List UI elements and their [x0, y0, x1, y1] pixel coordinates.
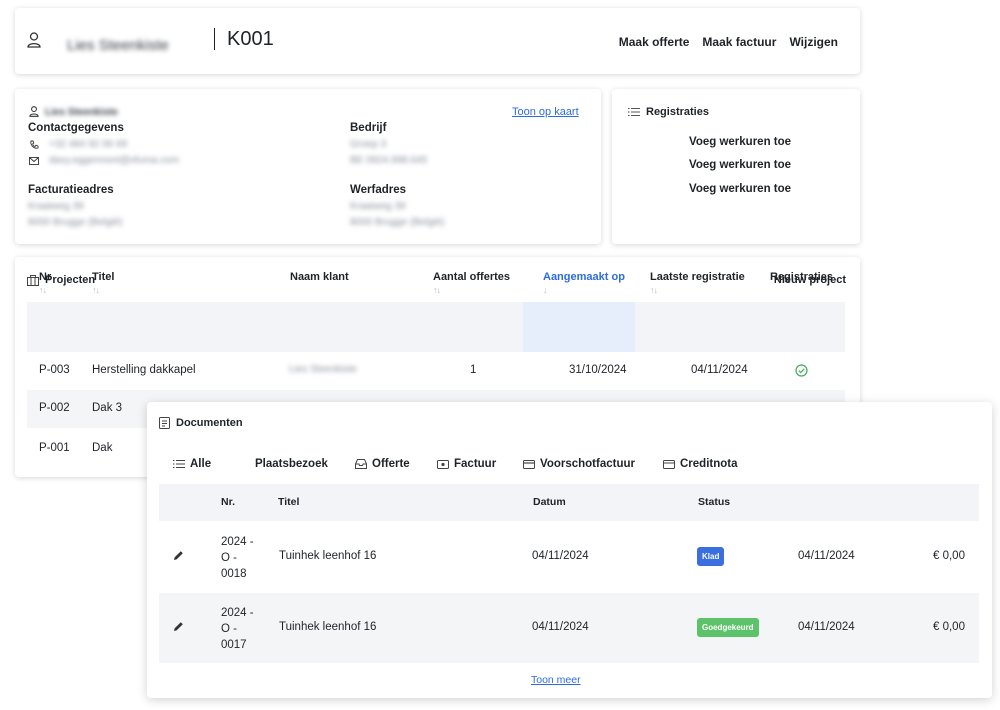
list-icon	[173, 459, 185, 469]
col-doc-status[interactable]: Status	[698, 496, 730, 508]
customer-header: Lies Steenkiste K001 Maak offerte Maak f…	[15, 8, 860, 74]
project-nr: P-001	[39, 442, 70, 454]
document-title: Tuinhek leenhof 16	[279, 550, 377, 562]
documents-card: Documenten Alle Plaatsbezoek Offerte Fac…	[147, 402, 992, 698]
registrations-card: Registraties Voeg werkuren toe Voeg werk…	[612, 89, 860, 244]
project-last-registration: 04/11/2024	[691, 364, 748, 376]
col-registrations[interactable]: Registraties	[770, 271, 833, 283]
inbox-icon	[355, 459, 367, 469]
table-row[interactable]: 2024 -O -0017 Tuinhek leenhof 16 04/11/2…	[159, 593, 979, 663]
document-amount: € 0,00	[933, 621, 965, 633]
add-work-hours-link[interactable]: Voeg werkuren toe	[689, 159, 791, 171]
credit-card-icon	[523, 459, 535, 469]
customer-code: K001	[227, 28, 274, 50]
col-quotes-count[interactable]: Aantal offertes ↑↓	[433, 271, 510, 295]
document-date-secondary: 04/11/2024	[798, 550, 855, 562]
documents-title: Documenten	[159, 417, 243, 429]
col-title[interactable]: Titel ↑↓	[92, 271, 114, 295]
filter-all[interactable]: Alle	[173, 458, 255, 470]
col-nr[interactable]: Nr ↑↓	[39, 271, 51, 295]
user-icon	[27, 32, 41, 48]
col-client[interactable]: Naam klant	[290, 271, 349, 283]
filter-quote[interactable]: Offerte	[355, 458, 437, 470]
contact-heading: Contactgegevens	[28, 122, 124, 134]
project-client: Lies Steenkiste	[289, 364, 357, 375]
active-sort-column	[523, 302, 635, 352]
mail-icon	[29, 157, 39, 165]
company-heading: Bedrijf	[350, 122, 387, 134]
filter-site-visit[interactable]: Plaatsbezoek	[255, 458, 355, 470]
document-nr: 2024 -O -0018	[221, 536, 254, 580]
project-created: 31/10/2024	[569, 364, 627, 376]
header-actions: Maak offerte Maak factuur Wijzigen	[619, 35, 838, 49]
user-icon	[29, 106, 39, 117]
banknote-icon	[437, 459, 449, 469]
project-nr: P-002	[39, 402, 70, 414]
document-icon	[159, 417, 170, 429]
project-title: Dak 3	[92, 402, 123, 414]
documents-table-header: Nr. Titel Datum Status	[159, 484, 979, 521]
show-on-map-link[interactable]: Toon op kaart	[512, 106, 579, 118]
col-doc-title[interactable]: Titel	[278, 496, 299, 508]
phone-number[interactable]: +32 484 92 06 69	[49, 139, 127, 150]
check-circle-icon	[795, 364, 808, 377]
document-date: 04/11/2024	[532, 550, 589, 562]
client-name: Lies Steenkiste	[67, 37, 169, 54]
document-nr: 2024 -O -0017	[221, 607, 254, 651]
email-address[interactable]: davy.eggermont@xfuma.com	[49, 155, 179, 166]
filter-invoice[interactable]: Factuur	[437, 458, 523, 470]
document-date-secondary: 04/11/2024	[798, 621, 855, 633]
billing-address-heading: Facturatieadres	[28, 184, 114, 196]
filter-advance-invoice[interactable]: Voorschotfactuur	[523, 458, 663, 470]
billing-street: Kraaiweg 39	[28, 201, 84, 212]
site-city: 8000 Brugge (België)	[350, 217, 445, 228]
add-work-hours-link[interactable]: Voeg werkuren toe	[689, 183, 791, 195]
col-last-registration[interactable]: Laatste registratie ↑↓	[650, 271, 745, 295]
project-title: Dak	[92, 442, 113, 454]
show-more-link[interactable]: Toon meer	[531, 674, 581, 686]
wallet-icon	[663, 459, 675, 469]
projects-table-header	[27, 302, 845, 352]
title-separator	[214, 28, 215, 50]
contact-info-card: Lies Steenkiste Contactgegevens +32 484 …	[15, 89, 601, 244]
col-doc-nr[interactable]: Nr.	[221, 496, 235, 508]
project-title: Herstelling dakkapel	[92, 364, 196, 376]
document-title: Tuinhek leenhof 16	[279, 621, 377, 633]
col-created-on[interactable]: Aangemaakt op ↓	[543, 271, 625, 295]
table-row[interactable]: 2024 -O -0018 Tuinhek leenhof 16 04/11/2…	[159, 522, 979, 592]
project-quotes: 1	[470, 364, 477, 376]
list-icon	[628, 107, 640, 117]
billing-city: 8000 Brugge (België)	[28, 217, 123, 228]
project-nr: P-003	[39, 364, 70, 376]
registrations-title: Registraties	[628, 106, 709, 118]
document-amount: € 0,00	[933, 550, 965, 562]
vat-number: BE 0924.998.645	[350, 155, 428, 166]
filter-credit-note[interactable]: Creditnota	[663, 458, 753, 470]
phone-icon	[29, 140, 39, 150]
table-row[interactable]: P-003 Herstelling dakkapel Lies Steenkis…	[27, 352, 845, 390]
add-work-hours-link[interactable]: Voeg werkuren toe	[689, 136, 791, 148]
site-street: Kraaiweg 39	[350, 201, 406, 212]
make-invoice-button[interactable]: Maak factuur	[702, 35, 776, 49]
pencil-icon[interactable]	[173, 550, 184, 561]
site-address-heading: Werfadres	[350, 184, 407, 196]
col-doc-date[interactable]: Datum	[533, 496, 566, 508]
projects-title: Projecten	[27, 274, 95, 286]
make-quote-button[interactable]: Maak offerte	[619, 35, 690, 49]
document-date: 04/11/2024	[532, 621, 589, 633]
contact-name: Lies Steenkiste	[45, 107, 118, 118]
status-badge: Goedgekeurd	[697, 618, 759, 637]
briefcase-icon	[27, 274, 39, 286]
pencil-icon[interactable]	[173, 621, 184, 632]
company-name: Groep 3	[350, 139, 387, 150]
edit-button[interactable]: Wijzigen	[789, 35, 838, 49]
status-badge: Klad	[697, 547, 725, 566]
document-filter-tabs: Alle Plaatsbezoek Offerte Factuur Voorsc…	[173, 458, 753, 470]
